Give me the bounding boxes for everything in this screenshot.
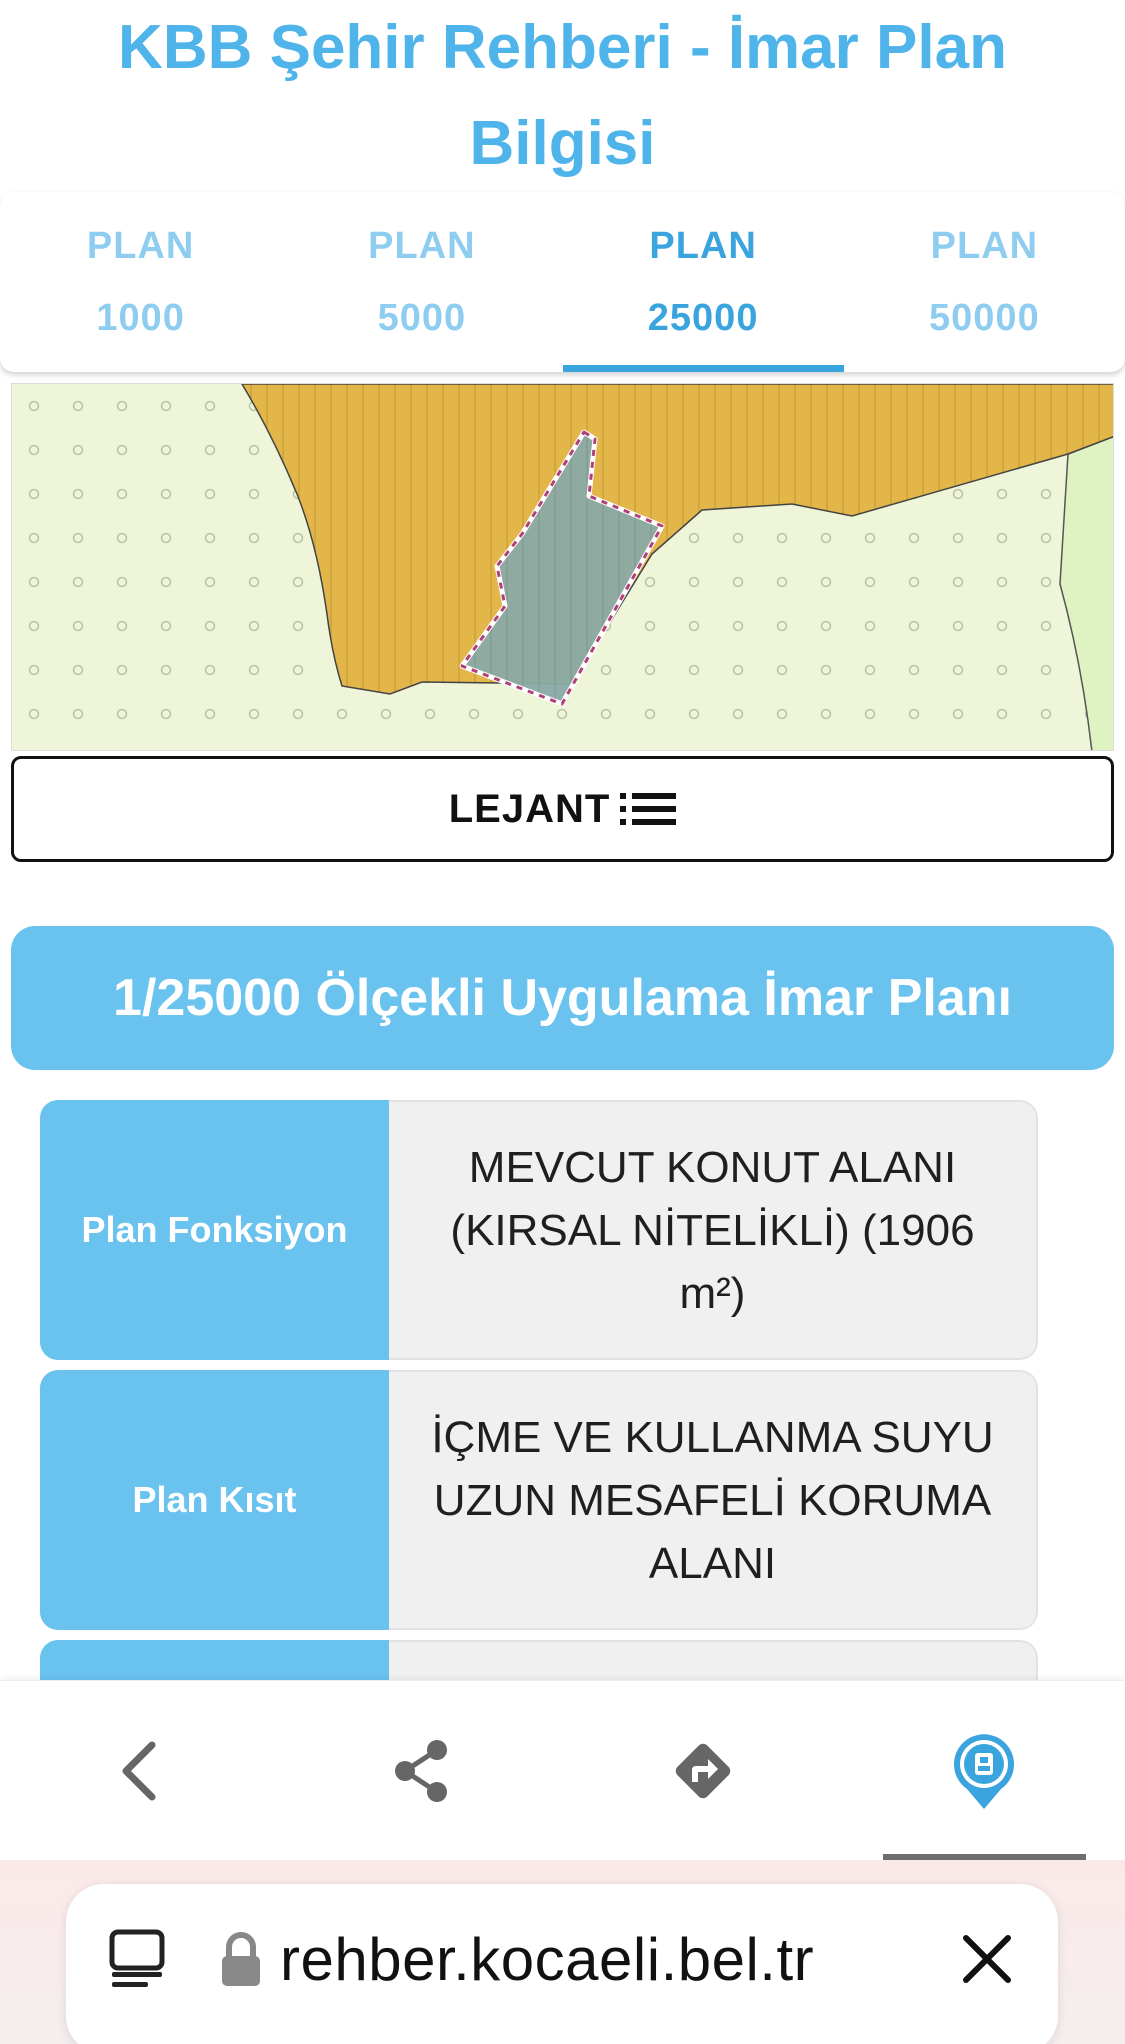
zoning-map-canvas[interactable]	[12, 384, 1114, 751]
tab-plan-50000[interactable]: PLAN 50000	[844, 192, 1125, 372]
tab-label-scale: 25000	[647, 297, 759, 339]
tab-label-prefix: PLAN	[649, 225, 757, 267]
info-value: İÇME VE KULLANMA SUYU UZUN MESAFELİ KORU…	[389, 1370, 1038, 1630]
kocaeli-logo-button[interactable]	[844, 1681, 1125, 1860]
back-button[interactable]	[0, 1681, 281, 1860]
tab-label-prefix: PLAN	[930, 225, 1039, 267]
tab-label-scale: 50000	[929, 297, 1040, 339]
info-value-line: UZUN MESAFELİ KORUMA	[433, 1475, 992, 1525]
info-label: Plan Fonksiyon	[40, 1100, 389, 1360]
tab-plan-25000[interactable]: PLAN 25000	[562, 192, 845, 372]
close-icon[interactable]	[960, 1932, 1014, 1986]
tab-label-prefix: PLAN	[86, 225, 195, 267]
tab-label-prefix: PLAN	[368, 225, 476, 267]
lock-icon	[222, 1932, 260, 1986]
share-button[interactable]	[281, 1681, 562, 1860]
list-icon	[620, 791, 677, 827]
legend-button[interactable]: LEJANT	[11, 756, 1114, 862]
zoning-map[interactable]	[11, 383, 1114, 751]
info-value-line: MEVCUT KONUT ALANI	[468, 1142, 957, 1192]
tab-label-scale: 1000	[96, 297, 185, 339]
info-value-line: m²)	[679, 1268, 746, 1318]
page-menu-icon[interactable]	[106, 1928, 168, 1990]
page-title-line1: KBB Şehir Rehberi - İmar Plan	[118, 13, 1007, 82]
page-title: KBB Şehir Rehberi - İmar Plan Bilgisi	[0, 0, 1125, 190]
info-row-plan-function: Plan Fonksiyon MEVCUT KONUT ALANI (KIRSA…	[40, 1100, 1038, 1360]
info-row-plan-restriction: Plan Kısıt İÇME VE KULLANMA SUYU UZUN ME…	[40, 1370, 1038, 1630]
info-value: MEVCUT KONUT ALANI (KIRSAL NİTELİKLİ) (1…	[389, 1100, 1038, 1360]
address-bar[interactable]: rehber.kocaeli.bel.tr	[66, 1884, 1058, 2044]
tab-plan-1000[interactable]: PLAN 1000	[0, 192, 281, 372]
page-title-line2: Bilgisi	[469, 109, 656, 178]
share-icon	[394, 1739, 447, 1802]
plan-section-title: 1/25000 Ölçekli Uygulama İmar Planı	[113, 969, 1012, 1027]
back-chevron-icon	[122, 1741, 156, 1800]
directions-icon	[675, 1743, 731, 1798]
info-label: Plan Kısıt	[40, 1370, 389, 1630]
info-value-line: İÇME VE KULLANMA SUYU	[431, 1412, 994, 1462]
plan-section-header: 1/25000 Ölçekli Uygulama İmar Planı	[11, 926, 1114, 1070]
kocaeli-logo-icon	[954, 1733, 1015, 1809]
url-text: rehber.kocaeli.bel.tr	[280, 1925, 815, 1993]
bottom-nav	[0, 1680, 1125, 1860]
tab-label-scale: 5000	[377, 297, 467, 339]
tab-plan-5000[interactable]: PLAN 5000	[281, 192, 562, 372]
plan-scale-tabs: PLAN 1000 PLAN 5000 PLAN 25000 PLAN 5000…	[0, 192, 1125, 372]
directions-button[interactable]	[563, 1681, 844, 1860]
info-value-line: ALANI	[648, 1538, 777, 1588]
legend-button-label: LEJANT	[448, 786, 611, 831]
info-value-line: (KIRSAL NİTELİKLİ) (1906	[450, 1205, 975, 1255]
browser-toolbar: rehber.kocaeli.bel.tr	[0, 1860, 1125, 2044]
